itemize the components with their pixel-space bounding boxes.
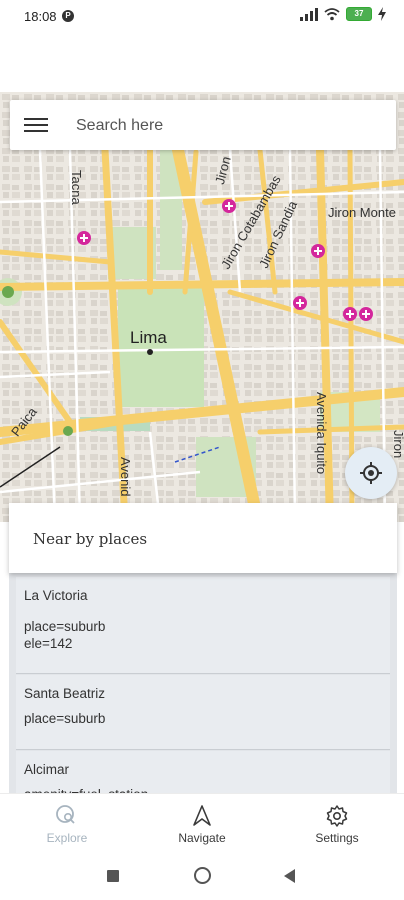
- map-label-street: Avenid: [118, 457, 133, 497]
- tab-navigate-label: Navigate: [178, 831, 226, 845]
- city-center-marker: [147, 349, 153, 355]
- search-bar: [10, 100, 396, 150]
- map-label-street: Avenida Iquito: [314, 392, 329, 475]
- tab-explore-label: Explore: [46, 831, 88, 845]
- place-name: Santa Beatriz: [24, 686, 106, 701]
- map-view[interactable]: Lima Tacna Jiron Jiron Cotabambas Jiron …: [0, 92, 404, 522]
- hamburger-icon[interactable]: [24, 114, 48, 136]
- map-label-street: Tacna: [69, 170, 84, 205]
- bottom-navigation: Explore Navigate Settings: [0, 793, 404, 852]
- gps-locate-button[interactable]: [345, 447, 397, 499]
- app-notification-icon: P: [62, 10, 74, 22]
- recent-apps-button[interactable]: [107, 870, 119, 882]
- battery-icon: 37: [346, 7, 372, 21]
- wifi-icon: [324, 8, 340, 21]
- tab-settings-label: Settings: [315, 831, 359, 845]
- home-button[interactable]: [194, 867, 211, 884]
- nearby-places-header: Near by places: [9, 503, 397, 573]
- place-name: La Victoria: [24, 588, 88, 603]
- search-input[interactable]: [74, 112, 378, 140]
- list-item[interactable]: Alcimar amenity=fuel_station: [16, 751, 390, 795]
- nearby-places-title: Near by places: [33, 530, 148, 548]
- place-tag: place=suburb: [24, 711, 106, 726]
- status-icons: 37: [300, 7, 386, 21]
- signal-icon: [300, 8, 318, 21]
- place-tag: place=suburb: [24, 619, 106, 634]
- back-button[interactable]: [284, 869, 295, 883]
- places-list: La Victoria place=suburb ele=142 Santa B…: [9, 573, 397, 795]
- system-navigation-bar: [0, 851, 404, 900]
- navigation-arrow-icon: [193, 805, 211, 826]
- map-search-icon: [56, 805, 75, 824]
- place-name: Alcimar: [24, 762, 70, 777]
- gear-icon: [326, 805, 348, 827]
- tab-explore[interactable]: Explore: [17, 794, 117, 852]
- charging-icon: [378, 7, 386, 21]
- list-item[interactable]: La Victoria place=suburb ele=142: [16, 577, 390, 674]
- gps-locate-icon: [360, 462, 382, 484]
- map-label-street: Jiron Monte: [328, 205, 396, 220]
- tab-navigate[interactable]: Navigate: [152, 794, 252, 852]
- tab-settings[interactable]: Settings: [287, 794, 387, 852]
- status-time: 18:08: [24, 9, 57, 24]
- place-tag: ele=142: [24, 636, 73, 651]
- status-bar: 18:08 P 37: [0, 0, 404, 34]
- list-item[interactable]: Santa Beatriz place=suburb: [16, 675, 390, 750]
- map-label-city: Lima: [130, 328, 167, 347]
